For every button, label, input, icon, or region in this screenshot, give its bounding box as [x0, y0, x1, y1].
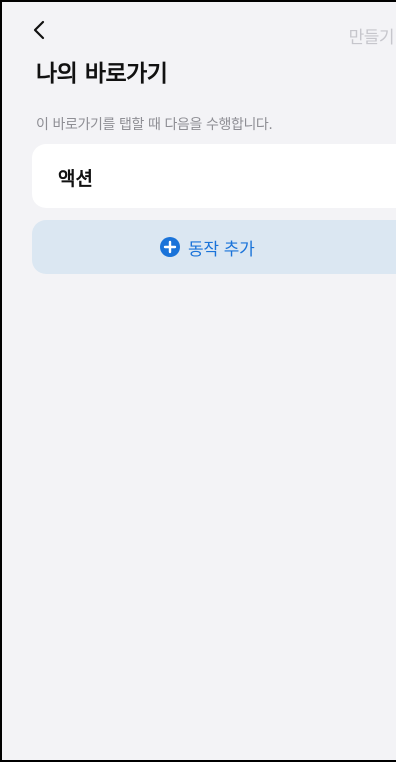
- add-action-label: 동작 추가: [188, 239, 255, 260]
- chevron-left-icon: [33, 20, 45, 40]
- top-bar: 만들기 나의 바로가기: [2, 2, 396, 94]
- plus-circle-icon: [160, 237, 180, 257]
- add-action-content: 동작 추가: [160, 236, 255, 260]
- screen: 만들기 나의 바로가기 이 바로가기를 탭할 때 다음을 수행합니다. 액션 동…: [0, 0, 396, 762]
- page-title[interactable]: 나의 바로가기: [36, 54, 168, 88]
- add-action-button[interactable]: 동작 추가: [32, 220, 396, 274]
- instruction-text: 이 바로가기를 탭할 때 다음을 수행합니다.: [36, 117, 273, 133]
- create-button[interactable]: 만들기: [349, 23, 395, 48]
- actions-card-title: 액션: [58, 168, 93, 190]
- back-button[interactable]: [28, 18, 52, 42]
- actions-card: 액션: [32, 144, 396, 208]
